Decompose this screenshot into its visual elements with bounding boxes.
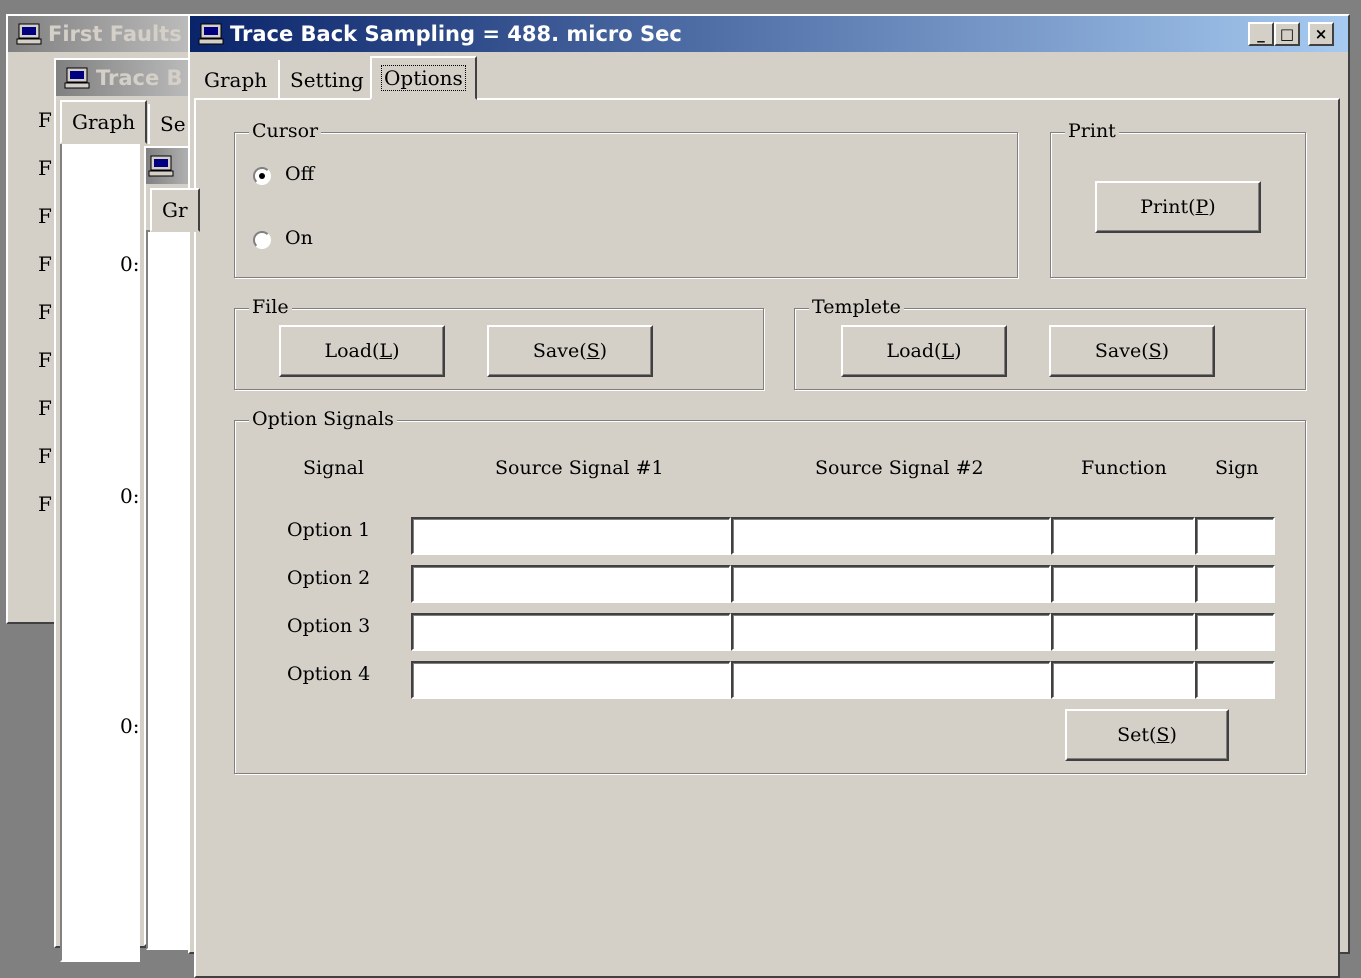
print-button[interactable]: Print(P) bbox=[1095, 181, 1261, 233]
header-source-signal-2: Source Signal #2 bbox=[815, 457, 984, 479]
template-group: Templete Load(L) Save(S) bbox=[794, 295, 1306, 390]
computer-icon bbox=[16, 23, 42, 45]
trace-b-title: Trace B bbox=[96, 66, 183, 90]
option-row-label: Option 4 bbox=[287, 663, 371, 685]
fault-row-letter: F bbox=[38, 348, 52, 372]
file-group: File Load(L) Save(S) bbox=[234, 295, 764, 390]
first-faults-titlebar[interactable]: First Faults bbox=[8, 16, 204, 52]
file-save-button[interactable]: Save(S) bbox=[487, 325, 653, 377]
set-button[interactable]: Set(S) bbox=[1065, 709, 1229, 761]
axis-label: 0: bbox=[120, 252, 140, 276]
option-signals-group: Option Signals Signal Source Signal #1 S… bbox=[234, 407, 1306, 774]
option-row-label: Option 3 bbox=[287, 615, 371, 637]
function-field[interactable] bbox=[1051, 613, 1195, 651]
first-faults-title: First Faults bbox=[48, 22, 182, 46]
cursor-group-title: Cursor bbox=[249, 119, 322, 143]
fault-row-letter: F bbox=[38, 444, 52, 468]
header-function: Function bbox=[1081, 457, 1167, 479]
source-signal-1-field[interactable] bbox=[411, 517, 731, 555]
file-load-button[interactable]: Load(L) bbox=[279, 325, 445, 377]
fault-row-letter: F bbox=[38, 156, 52, 180]
source-signal-2-field[interactable] bbox=[731, 565, 1051, 603]
cursor-on-label[interactable]: On bbox=[285, 227, 313, 249]
cursor-group: Cursor Off On bbox=[234, 119, 1018, 278]
option-row-label: Option 1 bbox=[287, 519, 371, 541]
fault-row-letter: F bbox=[38, 492, 52, 516]
print-group: Print Print(P) bbox=[1050, 119, 1306, 278]
header-signal: Signal bbox=[303, 457, 364, 479]
fault-row-letter: F bbox=[38, 300, 52, 324]
cursor-off-radio[interactable] bbox=[253, 167, 271, 185]
template-save-button[interactable]: Save(S) bbox=[1049, 325, 1215, 377]
sign-field[interactable] bbox=[1195, 661, 1275, 699]
computer-icon bbox=[64, 67, 90, 89]
trace-c-tab-graph[interactable]: Gr bbox=[150, 188, 200, 232]
fault-row-letter: F bbox=[38, 204, 52, 228]
tab-options-label: Options bbox=[381, 65, 466, 91]
file-group-title: File bbox=[249, 295, 292, 319]
close-button[interactable]: × bbox=[1308, 22, 1334, 46]
function-field[interactable] bbox=[1051, 661, 1195, 699]
axis-label: 0: bbox=[120, 714, 140, 738]
cursor-on-radio[interactable] bbox=[253, 231, 271, 249]
trace-b-titlebar[interactable]: Trace B bbox=[56, 60, 202, 96]
tab-setting[interactable]: Setting bbox=[278, 60, 374, 100]
radio-selected-dot bbox=[259, 173, 265, 179]
function-field[interactable] bbox=[1051, 517, 1195, 555]
main-titlebar[interactable]: Trace Back Sampling = 488. micro Sec bbox=[190, 16, 1348, 52]
axis-label: 0: bbox=[120, 484, 140, 508]
window-title: Trace Back Sampling = 488. micro Sec bbox=[230, 22, 682, 46]
header-source-signal-1: Source Signal #1 bbox=[495, 457, 664, 479]
sign-field[interactable] bbox=[1195, 517, 1275, 555]
fault-row-letter: F bbox=[38, 252, 52, 276]
fault-row-letter: F bbox=[38, 396, 52, 420]
cursor-off-label[interactable]: Off bbox=[285, 163, 314, 185]
options-panel: Cursor Off On Print Print(P) File Load(L… bbox=[194, 98, 1340, 978]
maximize-button[interactable]: □ bbox=[1274, 22, 1300, 46]
source-signal-2-field[interactable] bbox=[731, 517, 1051, 555]
tab-options[interactable]: Options bbox=[370, 56, 477, 100]
option-signals-title: Option Signals bbox=[249, 407, 397, 431]
trace-b-tab-graph[interactable]: Graph bbox=[60, 100, 148, 144]
source-signal-1-field[interactable] bbox=[411, 661, 731, 699]
source-signal-2-field[interactable] bbox=[731, 613, 1051, 651]
template-load-button[interactable]: Load(L) bbox=[841, 325, 1007, 377]
source-signal-2-field[interactable] bbox=[731, 661, 1051, 699]
fault-row-letter: F bbox=[38, 108, 52, 132]
source-signal-1-field[interactable] bbox=[411, 613, 731, 651]
minimize-icon: _ bbox=[1257, 24, 1265, 43]
option-row-label: Option 2 bbox=[287, 567, 371, 589]
close-icon: × bbox=[1314, 24, 1328, 43]
function-field[interactable] bbox=[1051, 565, 1195, 603]
template-group-title: Templete bbox=[809, 295, 904, 319]
header-sign: Sign bbox=[1215, 457, 1259, 479]
sign-field[interactable] bbox=[1195, 565, 1275, 603]
minimize-button[interactable]: _ bbox=[1248, 22, 1274, 46]
computer-icon bbox=[198, 23, 224, 45]
maximize-icon: □ bbox=[1279, 24, 1295, 43]
print-group-title: Print bbox=[1065, 119, 1119, 143]
source-signal-1-field[interactable] bbox=[411, 565, 731, 603]
sign-field[interactable] bbox=[1195, 613, 1275, 651]
trace-back-sampling-window[interactable]: Trace Back Sampling = 488. micro Sec _ □… bbox=[188, 14, 1350, 978]
tab-graph[interactable]: Graph bbox=[194, 60, 278, 100]
computer-icon bbox=[148, 155, 174, 177]
